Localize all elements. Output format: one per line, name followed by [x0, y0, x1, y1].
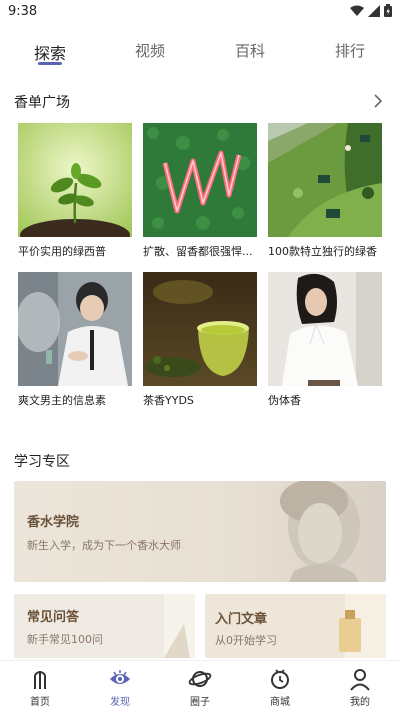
tab-encyclopedia[interactable]: 百科 — [235, 40, 265, 61]
nav-shop-label: 商城 — [270, 697, 290, 708]
academy-banner[interactable]: 香水学院 新生入学，成为下一个香水大师 — [14, 481, 386, 582]
playlist-caption: 100款特立独行的绿香 — [268, 245, 377, 258]
man-smoke-image — [18, 272, 132, 386]
faq-background — [14, 594, 195, 658]
playlist-card[interactable]: 茶香YYDS — [143, 272, 257, 408]
wifi-icon — [350, 5, 364, 16]
eye-icon — [110, 670, 130, 684]
nav-home-label: 首页 — [30, 697, 50, 708]
nav-me-label: 我的 — [350, 697, 370, 708]
playlist-card[interactable]: 爽文男主的信息素 — [18, 272, 132, 408]
academy-subtitle: 新生入学，成为下一个香水大师 — [27, 539, 181, 552]
tab-ranking[interactable]: 排行 — [335, 40, 365, 61]
academy-title: 香水学院 — [27, 515, 80, 530]
status-bar: 9:38 — [0, 0, 400, 24]
playlist-section-title: 香单广场 — [14, 95, 70, 111]
faq-title: 常见问答 — [27, 610, 80, 625]
user-icon — [350, 669, 370, 691]
faq-subtitle: 新手常见100问 — [27, 633, 103, 646]
nav-circle-label: 圈子 — [190, 697, 210, 708]
nav-home[interactable]: 首页 — [10, 667, 70, 708]
chevron-right-icon[interactable] — [372, 94, 384, 108]
woman-shirt-image — [268, 272, 382, 386]
watch-icon — [271, 669, 289, 689]
intro-title: 入门文章 — [215, 612, 268, 627]
home-icon — [34, 671, 46, 689]
playlist-card[interactable]: 扩散、留香都很强悍... — [143, 123, 257, 259]
active-tab-indicator — [38, 62, 62, 65]
nav-me[interactable]: 我的 — [330, 667, 390, 708]
tab-explore[interactable]: 探索 — [34, 40, 66, 64]
playlist-card[interactable]: 平价实用的绿西普 — [18, 123, 132, 259]
planet-icon — [188, 671, 212, 687]
signal-icon — [368, 4, 380, 17]
nav-shop[interactable]: 商城 — [250, 667, 310, 708]
playlist-caption: 扩散、留香都很强悍... — [143, 245, 253, 258]
seedling-image — [18, 123, 132, 237]
lawn-image — [268, 123, 382, 237]
nav-circle[interactable]: 圈子 — [170, 667, 230, 708]
battery-icon — [384, 4, 392, 17]
green-tea-image — [143, 272, 257, 386]
intro-banner[interactable]: 入门文章 从0开始学习 — [205, 594, 386, 658]
status-time: 9:38 — [8, 4, 38, 19]
statue-background — [14, 481, 386, 582]
bottom-nav: 首页 发现 圈子 商城 我的 — [0, 660, 400, 711]
nav-discover[interactable]: 发现 — [90, 667, 150, 708]
nav-discover-label: 发现 — [110, 697, 130, 708]
intro-subtitle: 从0开始学习 — [215, 634, 277, 647]
playlist-caption: 爽文男主的信息素 — [18, 394, 106, 407]
playlist-caption: 平价实用的绿西普 — [18, 245, 106, 258]
tab-video[interactable]: 视频 — [135, 40, 165, 61]
status-icons — [350, 4, 392, 17]
playlist-card[interactable]: 伪体香 — [268, 272, 382, 408]
faq-banner[interactable]: 常见问答 新手常见100问 — [14, 594, 195, 658]
playlist-caption: 茶香YYDS — [143, 394, 194, 407]
playlist-caption: 伪体香 — [268, 394, 301, 407]
neon-sign-image — [143, 123, 257, 237]
playlist-card[interactable]: 100款特立独行的绿香 — [268, 123, 382, 259]
study-section-title: 学习专区 — [14, 454, 70, 470]
